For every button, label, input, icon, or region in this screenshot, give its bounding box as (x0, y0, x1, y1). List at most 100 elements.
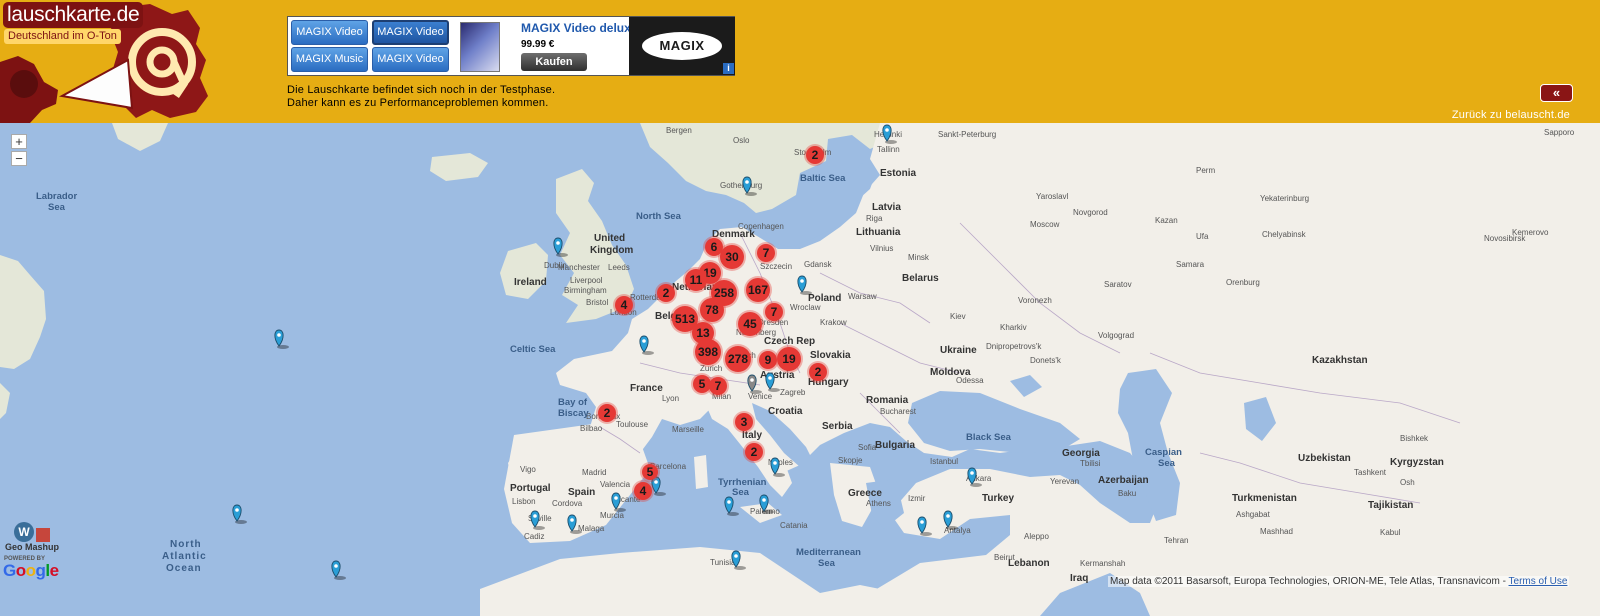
geo-mashup-badge[interactable]: W Geo Mashup (3, 522, 61, 552)
city-label: Chelyabinsk (1262, 230, 1307, 239)
country-label: Bulgaria (875, 440, 915, 451)
terms-of-use-link[interactable]: Terms of Use (1509, 576, 1568, 587)
country-label: Greece (848, 488, 882, 499)
buy-button[interactable]: Kaufen (521, 53, 587, 71)
city-label: Yerevan (1050, 477, 1079, 486)
magix-brand-panel[interactable]: MAGIX i (629, 17, 735, 75)
city-label: Bishkek (1400, 434, 1429, 443)
city-label: Cadiz (524, 532, 544, 541)
marker-cluster[interactable]: 7 (763, 301, 785, 323)
marker-cluster[interactable]: 4 (613, 294, 635, 316)
city-label: Sankt-Peterburg (938, 130, 996, 139)
marker-cluster[interactable]: 45 (736, 310, 764, 338)
ad-button-magix-video-2[interactable]: MAGIX Video (372, 20, 449, 45)
country-label: Latvia (872, 202, 901, 213)
cluster-count: 278 (728, 352, 748, 366)
marker-cluster[interactable]: 2 (743, 441, 765, 463)
city-label: Kiev (950, 312, 966, 321)
city-label: Kharkiv (1000, 323, 1027, 332)
map-pin-icon[interactable] (232, 504, 247, 524)
city-label: Gothenburg (720, 181, 762, 190)
city-label: Bergen (666, 126, 692, 135)
map-pin-icon[interactable] (724, 496, 739, 516)
sea-label: Black Sea (966, 432, 1012, 443)
city-label: Baku (1118, 489, 1136, 498)
cluster-count: 513 (675, 312, 695, 326)
marker-cluster[interactable]: 78 (698, 296, 726, 324)
city-label: Valencia (600, 480, 631, 489)
city-label: Sofia (858, 443, 877, 452)
cluster-count: 167 (748, 283, 768, 297)
marker-cluster[interactable]: 19 (775, 345, 803, 373)
country-label: Portugal (510, 483, 551, 494)
marker-cluster[interactable]: 7 (755, 242, 777, 264)
cluster-count: 5 (699, 377, 706, 391)
cluster-count: 5 (647, 465, 654, 479)
google-logo[interactable]: Google (3, 561, 59, 581)
marker-cluster[interactable]: 2 (596, 402, 618, 424)
product-box-image[interactable] (460, 22, 500, 72)
country-label: Lithuania (856, 227, 901, 238)
map-canvas[interactable]: United Kingdom Ireland France Spain Portugal I… (0, 123, 1600, 616)
map-attribution: Map data ©2011 Basarsoft, Europa Technol… (1108, 576, 1570, 587)
city-label: Dnipropetrovs'k (986, 342, 1042, 351)
sea-label: Caspian (1145, 447, 1182, 458)
zoom-out-button[interactable]: − (11, 151, 27, 166)
city-label: Malaga (578, 524, 605, 533)
marker-cluster[interactable]: 4 (632, 480, 654, 502)
cluster-count: 19 (782, 352, 796, 366)
info-icon[interactable]: i (723, 63, 734, 74)
back-to-belauscht-link[interactable]: Zurück zu belauscht.de (1452, 109, 1570, 121)
country-label: Ukraine (940, 345, 977, 356)
marker-cluster[interactable]: 3 (733, 411, 755, 433)
city-label: Donets'k (1030, 356, 1062, 365)
landmass-layer (0, 123, 1600, 616)
map-pin-icon[interactable] (274, 329, 289, 349)
ad-button-magix-video-1[interactable]: MAGIX Video (291, 20, 368, 45)
zoom-in-button[interactable]: + (11, 134, 27, 149)
ad-banner[interactable]: MAGIX Video MAGIX Video MAGIX Music MAGI… (287, 16, 735, 76)
marker-cluster[interactable]: 30 (718, 243, 746, 271)
marker-cluster[interactable]: 5 (640, 462, 660, 482)
city-label: Toulouse (616, 420, 649, 429)
sea-label: Bay of (558, 397, 588, 408)
back-arrow-icon[interactable]: « (1540, 84, 1573, 102)
country-label: Ireland (514, 277, 547, 288)
google-logo-letter: o (15, 561, 26, 580)
city-label: Zagreb (780, 388, 806, 397)
city-label: Kazan (1155, 216, 1178, 225)
sea-label: Celtic Sea (510, 344, 556, 355)
city-label: Murcia (600, 511, 625, 520)
cluster-count: 30 (725, 250, 739, 264)
map-pin-icon[interactable] (331, 560, 346, 580)
zoom-control[interactable]: + − (11, 134, 27, 168)
city-label: Osh (1400, 478, 1415, 487)
city-label: Vilnius (870, 244, 893, 253)
city-label: Skopje (838, 456, 863, 465)
marker-cluster[interactable]: 2 (804, 144, 826, 166)
marker-cluster[interactable]: 2 (655, 282, 677, 304)
sea-label: Sea (818, 558, 836, 569)
country-label: Kazakhstan (1312, 355, 1368, 366)
country-label: Romania (866, 395, 909, 406)
product-name[interactable]: MAGIX Video deluxe (521, 21, 637, 35)
site-title[interactable]: lauschkarte.de (3, 2, 144, 28)
marker-cluster[interactable]: 2 (807, 361, 829, 383)
city-label: Manchester (558, 263, 600, 272)
sea-label: Baltic Sea (800, 173, 846, 184)
city-label: Kabul (1380, 528, 1401, 537)
marker-cluster[interactable]: 11 (683, 267, 709, 293)
map-svg[interactable]: UnitedKingdom Ireland France Spain Portugal I… (0, 123, 1600, 616)
ad-button-magix-video-3[interactable]: MAGIX Video (372, 47, 449, 72)
marker-cluster[interactable]: 278 (723, 344, 753, 374)
test-phase-notice: Die Lauschkarte befindet sich noch in de… (287, 84, 555, 110)
city-label: Moscow (1030, 220, 1060, 229)
marker-cluster[interactable]: 7 (707, 375, 729, 397)
notice-line-2: Daher kann es zu Performanceproblemen ko… (287, 97, 549, 109)
marker-cluster[interactable]: 398 (693, 337, 723, 367)
city-label: Novgorod (1073, 208, 1108, 217)
city-label: Cordova (552, 499, 583, 508)
city-label: Oslo (733, 136, 750, 145)
marker-cluster[interactable]: 167 (744, 276, 772, 304)
ad-button-magix-music[interactable]: MAGIX Music (291, 47, 368, 72)
